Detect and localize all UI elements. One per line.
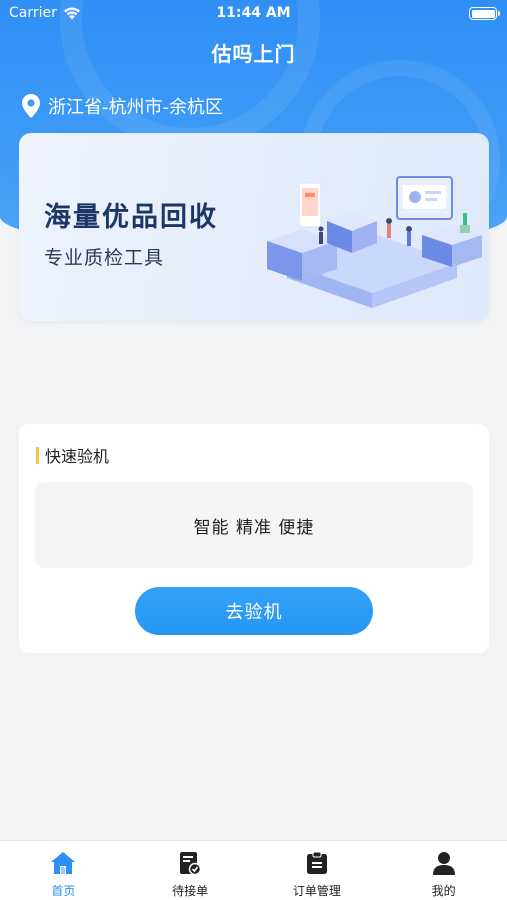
tab-home[interactable]: 首页	[0, 841, 127, 900]
tab-pending-orders[interactable]: 待接单	[127, 841, 254, 900]
quick-check-card: 快速验机 智能 精准 便捷 去验机	[19, 424, 489, 653]
status-time: 11:44 AM	[216, 5, 291, 21]
battery-icon	[469, 7, 500, 20]
tab-label: 订单管理	[292, 884, 341, 898]
pending-order-icon	[177, 850, 203, 876]
section-title: 快速验机	[45, 447, 110, 466]
location-selector[interactable]: 浙江省-杭州市-余杭区	[22, 93, 223, 119]
promo-banner[interactable]: 海量优品回收 专业质检工具	[19, 133, 489, 321]
tab-label: 我的	[431, 884, 456, 898]
section-header: 快速验机	[36, 443, 109, 467]
feature-description: 智能 精准 便捷	[35, 482, 473, 568]
isometric-illustration	[267, 176, 482, 308]
tab-label: 首页	[51, 884, 76, 898]
tab-label: 待接单	[172, 884, 209, 898]
banner-title: 海量优品回收	[44, 202, 218, 233]
location-pin-icon	[22, 94, 40, 118]
clipboard-icon	[304, 850, 330, 876]
battery-level	[471, 9, 495, 18]
home-icon	[50, 850, 76, 876]
section-accent-bar	[36, 446, 39, 464]
page-title: 估吗上门	[211, 42, 296, 66]
tab-order-management[interactable]: 订单管理	[254, 841, 381, 900]
banner-subtitle: 专业质检工具	[44, 247, 165, 269]
bottom-tab-bar: 首页 待接单 订单管理 我的	[0, 840, 507, 900]
status-bar: Carrier 11:44 AM	[0, 0, 507, 28]
location-text: 浙江省-杭州市-余杭区	[48, 97, 223, 118]
user-icon	[431, 850, 457, 876]
tab-profile[interactable]: 我的	[380, 841, 507, 900]
start-check-button[interactable]: 去验机	[135, 587, 373, 635]
